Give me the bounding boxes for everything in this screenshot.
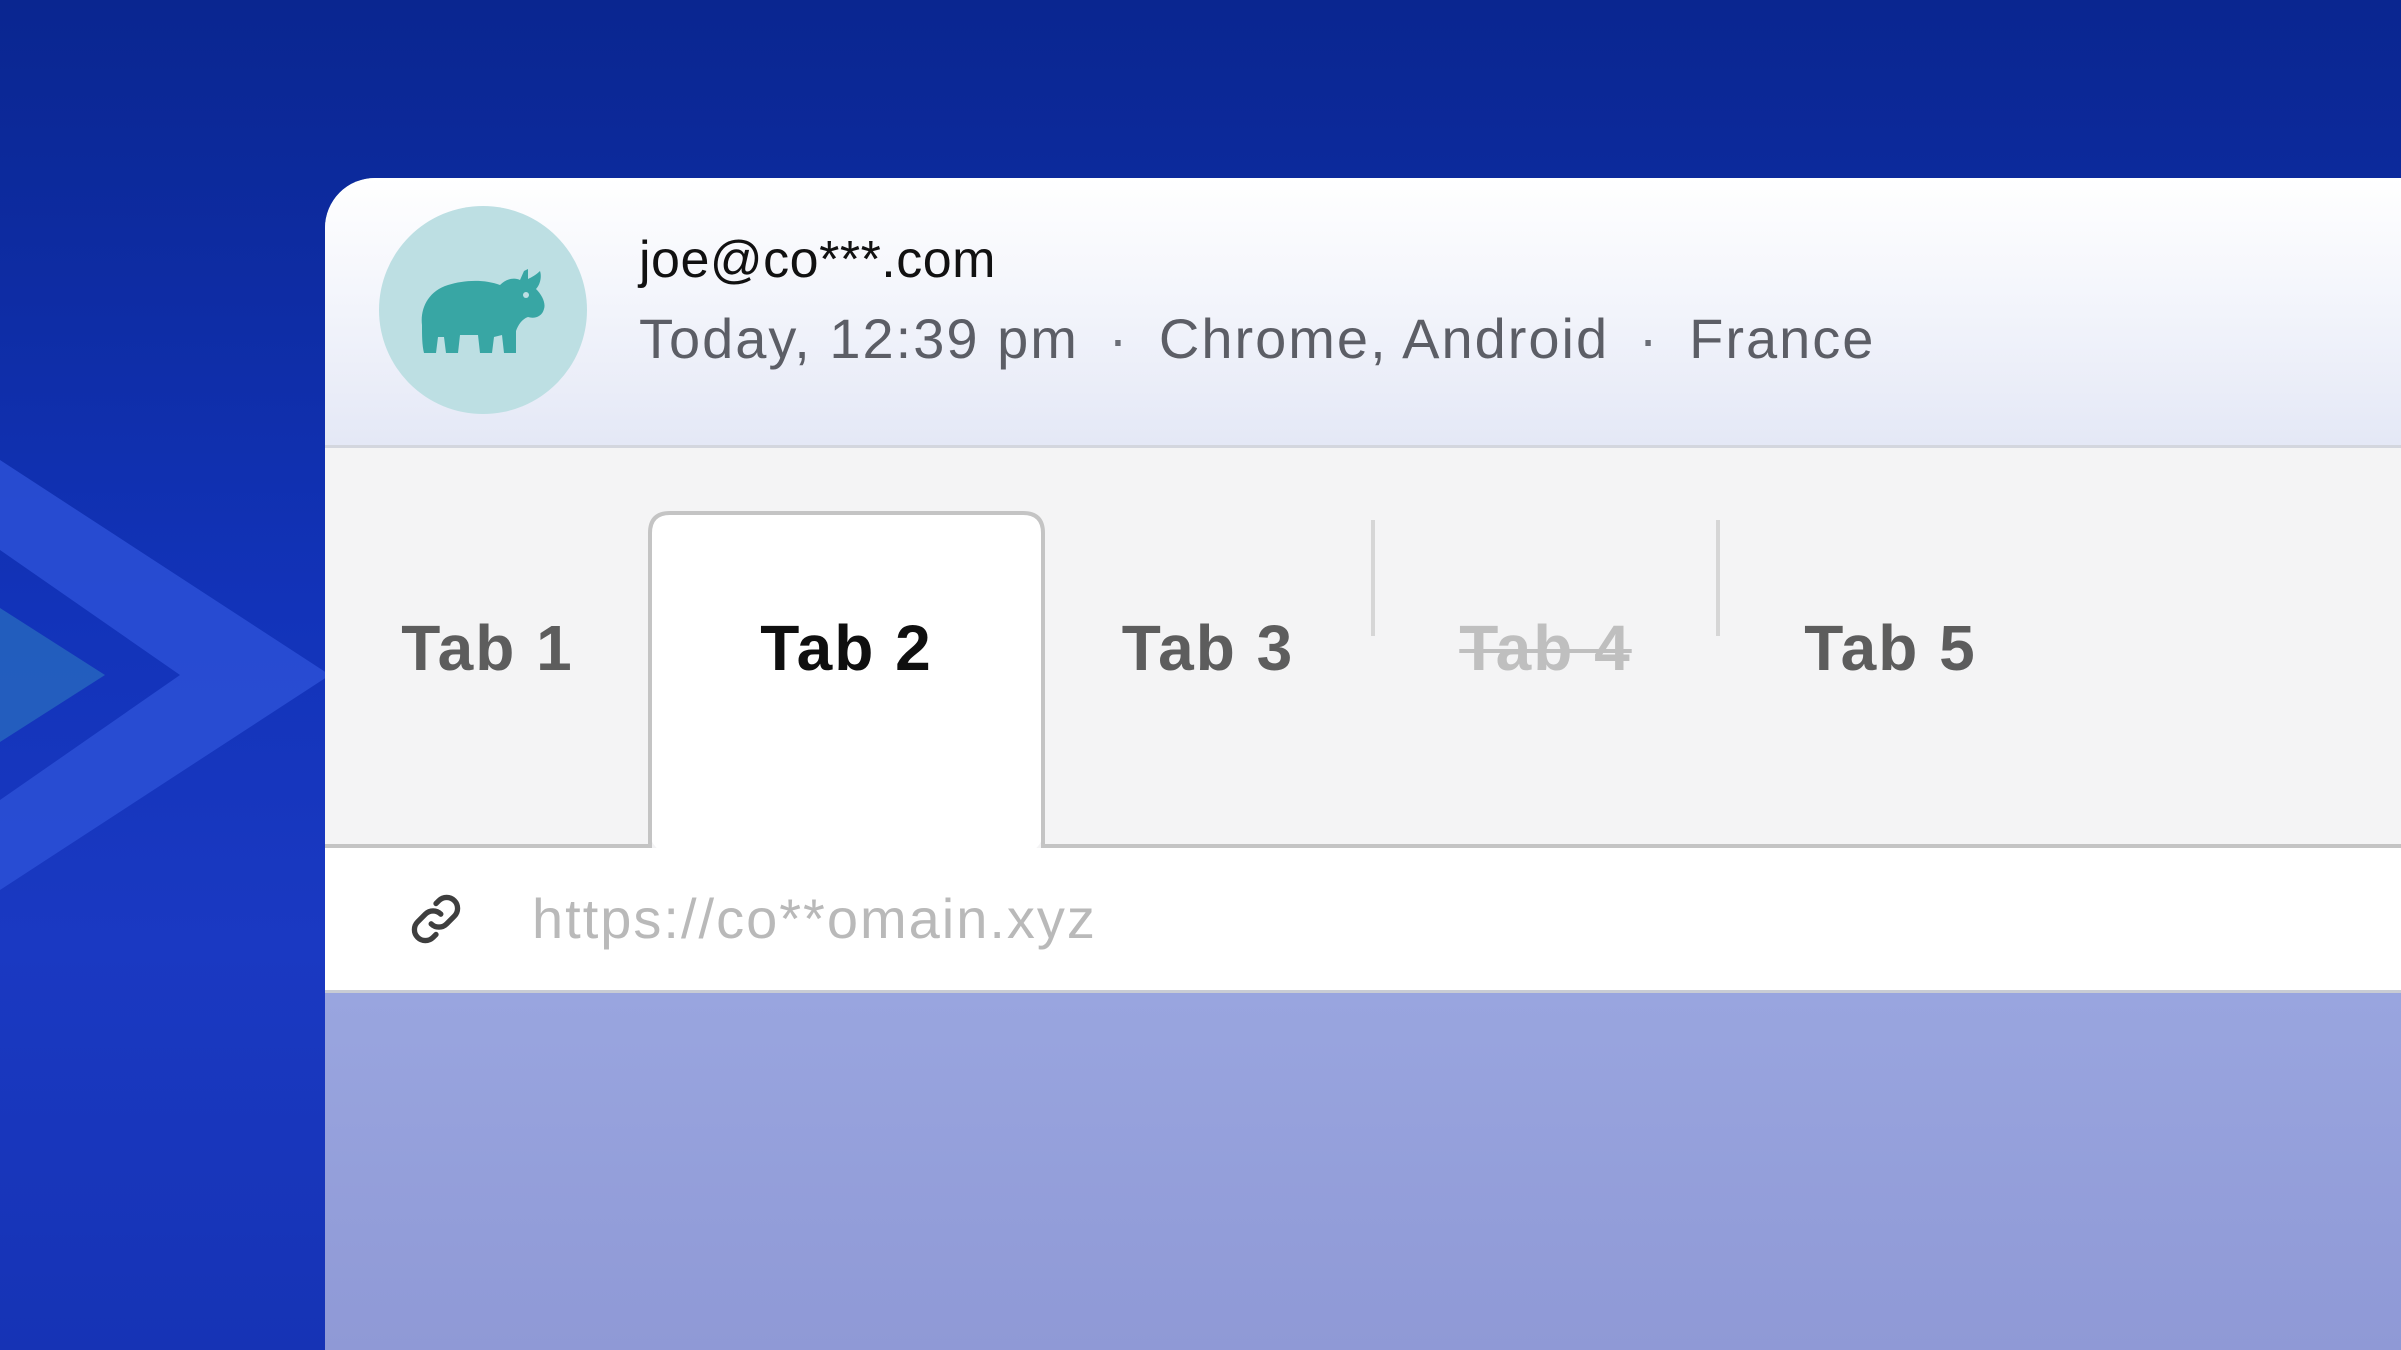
session-country: France [1689,307,1876,370]
tab-label: Tab 5 [1804,612,1977,684]
tab-3[interactable]: Tab 3 [1043,448,1373,848]
session-header: joe@co***.com Today, 12:39 pm · Chrome, An… [325,178,2401,448]
session-time: Today, 12:39 pm [639,307,1079,370]
tab-label: Tab 2 [760,612,933,684]
avatar [379,206,587,414]
session-window: joe@co***.com Today, 12:39 pm · Chrome, An… [325,178,2401,1350]
separator-dot: · [1108,307,1130,370]
url-text[interactable]: https://co**omain.xyz [532,886,1097,951]
url-bar[interactable]: https://co**omain.xyz [325,848,2401,993]
tab-4: Tab 4 [1373,448,1718,848]
rhino-icon [421,269,545,353]
user-email: joe@co***.com [639,231,996,289]
session-meta: Today, 12:39 pm · Chrome, Android · France [639,306,1875,371]
separator-dot: · [1638,307,1660,370]
tab-1[interactable]: Tab 1 [325,448,650,848]
link-icon [411,894,461,944]
tab-bar: Tab 1 Tab 2 Tab 3 Tab 4 Tab 5 [325,448,2401,848]
session-device: Chrome, Android [1158,307,1610,370]
tab-label: Tab 1 [401,612,574,684]
tab-2[interactable]: Tab 2 [650,448,1043,848]
tab-5[interactable]: Tab 5 [1718,448,2063,848]
tab-label: Tab 4 [1459,612,1632,684]
tab-label: Tab 3 [1121,612,1295,684]
